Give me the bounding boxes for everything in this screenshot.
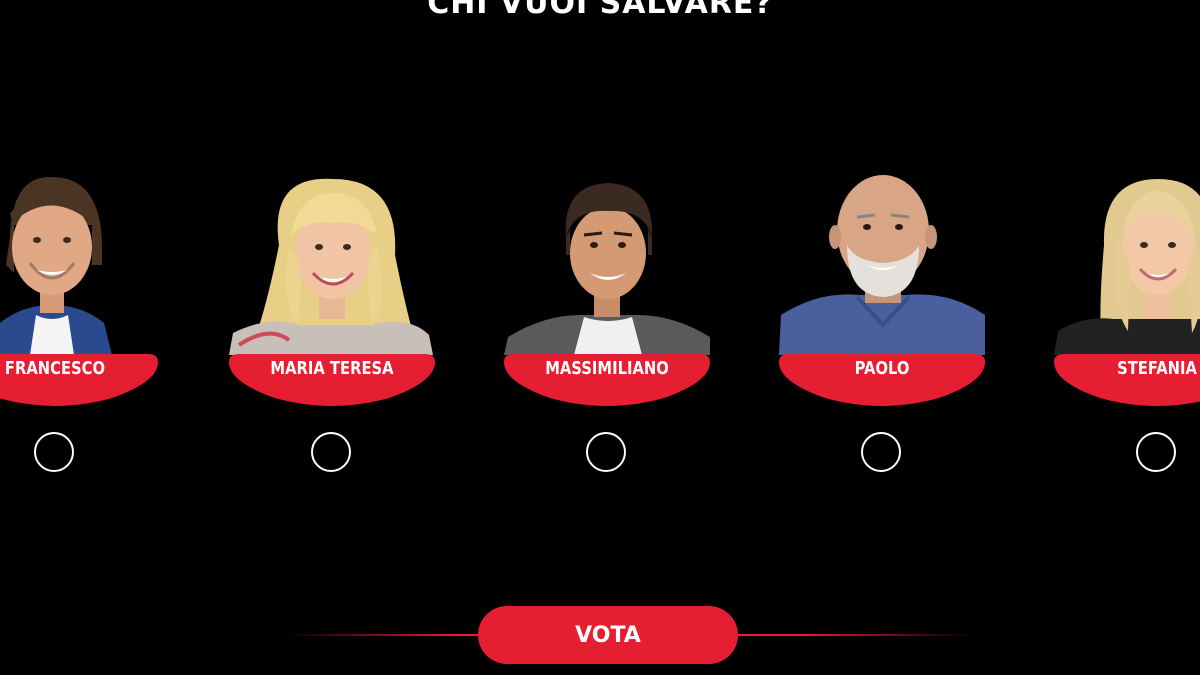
radio-francesco[interactable] [34, 432, 74, 472]
candidate-stefania: STEFANIA [1054, 165, 1200, 485]
candidate-name: PAOLO [854, 358, 910, 379]
name-badge-paolo: PAOLO [779, 352, 985, 410]
name-badge-stefania: STEFANIA [1054, 352, 1200, 410]
portrait-maria-teresa [229, 165, 439, 355]
candidate-paolo: PAOLO [779, 165, 989, 485]
portrait-francesco [0, 165, 162, 355]
candidate-massimiliano: MASSIMILIANO [504, 165, 714, 485]
radio-paolo[interactable] [861, 432, 901, 472]
portrait-massimiliano [504, 165, 714, 355]
vote-screen: CHI VUOI SALVARE? FRANCESCO MARIA TERESA… [0, 0, 1200, 675]
candidate-francesco: FRANCESCO [0, 165, 162, 485]
candidate-name: MASSIMILIANO [545, 358, 669, 379]
candidate-name: FRANCESCO [4, 358, 106, 379]
candidate-name: STEFANIA [1117, 358, 1197, 379]
name-badge-maria-teresa: MARIA TERESA [229, 352, 435, 410]
page-title: CHI VUOI SALVARE? [427, 0, 773, 21]
candidate-name: MARIA TERESA [270, 358, 394, 379]
vote-button[interactable]: VOTA [478, 606, 738, 664]
name-badge-francesco: FRANCESCO [0, 352, 158, 410]
candidate-maria-teresa: MARIA TERESA [229, 165, 439, 485]
radio-stefania[interactable] [1136, 432, 1176, 472]
radio-maria-teresa[interactable] [311, 432, 351, 472]
name-badge-massimiliano: MASSIMILIANO [504, 352, 710, 410]
radio-massimiliano[interactable] [586, 432, 626, 472]
portrait-stefania [1054, 165, 1200, 355]
portrait-paolo [779, 165, 989, 355]
